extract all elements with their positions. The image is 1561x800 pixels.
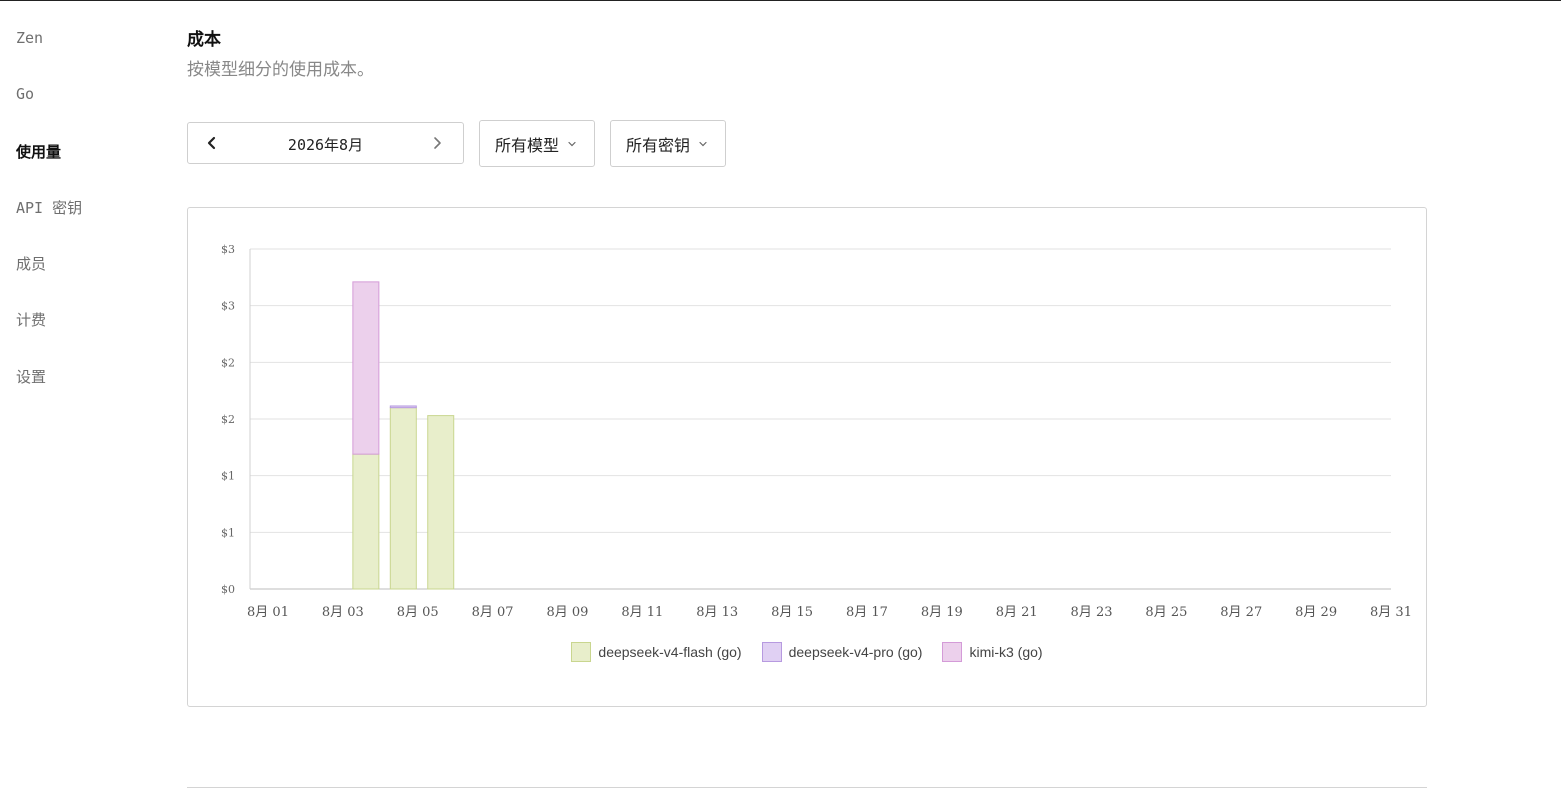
sidebar-item-zen[interactable]: Zen [16, 29, 43, 47]
sidebar-item-members[interactable]: 成员 [16, 253, 46, 274]
x-tick-label: 8月 03 [322, 605, 364, 620]
sidebar-item-api-keys[interactable]: API 密钥 [16, 197, 82, 218]
y-tick-label: $2 [221, 356, 235, 369]
x-tick-label: 8月 31 [1370, 605, 1412, 620]
model-filter-select[interactable]: 所有模型 [479, 120, 595, 167]
sidebar-item-billing[interactable]: 计费 [16, 309, 46, 330]
x-tick-label: 8月 11 [621, 605, 663, 620]
legend-swatch [942, 642, 963, 662]
x-tick-label: 8月 13 [696, 605, 738, 620]
x-tick-label: 8月 07 [472, 605, 514, 620]
chart-legend: deepseek-v4-flash (go) deepseek-v4-pro (g… [188, 642, 1426, 662]
x-tick-label: 8月 09 [546, 605, 588, 620]
legend-swatch [761, 642, 782, 662]
x-tick-label: 8月 23 [1071, 605, 1113, 620]
sidebar-item-usage[interactable]: 使用量 [16, 141, 61, 162]
y-tick-label: $1 [221, 526, 235, 539]
legend-label: deepseek-v4-pro (go) [788, 644, 923, 660]
x-tick-label: 8月 29 [1295, 605, 1337, 620]
y-tick-label: $1 [221, 470, 235, 483]
chevron-right-icon [434, 137, 441, 149]
x-tick-label: 8月 25 [1145, 605, 1187, 620]
month-picker: 2026年8月 [187, 122, 464, 164]
chevron-down-icon [698, 140, 708, 148]
y-tick-label: $0 [221, 583, 235, 596]
x-tick-label: 8月 01 [247, 605, 289, 620]
legend-label: kimi-k3 (go) [969, 644, 1043, 660]
x-tick-label: 8月 05 [397, 605, 439, 620]
legend-label: deepseek-v4-flash (go) [598, 644, 742, 660]
bar-segment [352, 453, 380, 590]
y-tick-label: $2 [221, 413, 235, 426]
y-tick-label: $3 [221, 243, 235, 256]
sidebar-item-go[interactable]: Go [16, 85, 34, 103]
key-filter-select[interactable]: 所有密钥 [610, 120, 726, 167]
legend-item[interactable]: deepseek-v4-flash (go) [571, 642, 742, 662]
next-month-button[interactable] [417, 123, 457, 163]
key-filter-label: 所有密钥 [626, 135, 691, 155]
legend-swatch [571, 642, 592, 662]
legend-item[interactable]: deepseek-v4-pro (go) [761, 642, 923, 662]
x-tick-label: 8月 19 [921, 605, 963, 620]
cost-chart: $0 $1 $1 $2 $2 $3 $3 8月 01 8月 03 8月 05 8月 07 8月 09 8… [221, 243, 1412, 620]
chevron-down-icon [567, 140, 577, 148]
bar-segment [389, 407, 417, 590]
x-tick-label: 8月 17 [846, 605, 888, 620]
y-tick-label: $3 [221, 300, 235, 313]
x-tick-label: 8月 27 [1220, 605, 1262, 620]
x-tick-label: 8月 15 [771, 605, 813, 620]
bar-segment [389, 405, 417, 409]
section-divider [187, 787, 1427, 788]
x-tick-label: 8月 21 [996, 605, 1038, 620]
legend-item[interactable]: kimi-k3 (go) [942, 642, 1043, 662]
cost-chart-card: $0 $1 $1 $2 $2 $3 $3 8月 01 8月 03 8月 05 8月 07 8月 09 8… [187, 207, 1427, 707]
section-title: 成本 [187, 30, 221, 50]
model-filter-label: 所有模型 [495, 135, 560, 155]
bar-segment [427, 415, 455, 590]
section-subtitle: 按模型细分的使用成本。 [187, 60, 374, 80]
bar-segment [352, 281, 380, 455]
sidebar-item-settings[interactable]: 设置 [16, 366, 46, 387]
